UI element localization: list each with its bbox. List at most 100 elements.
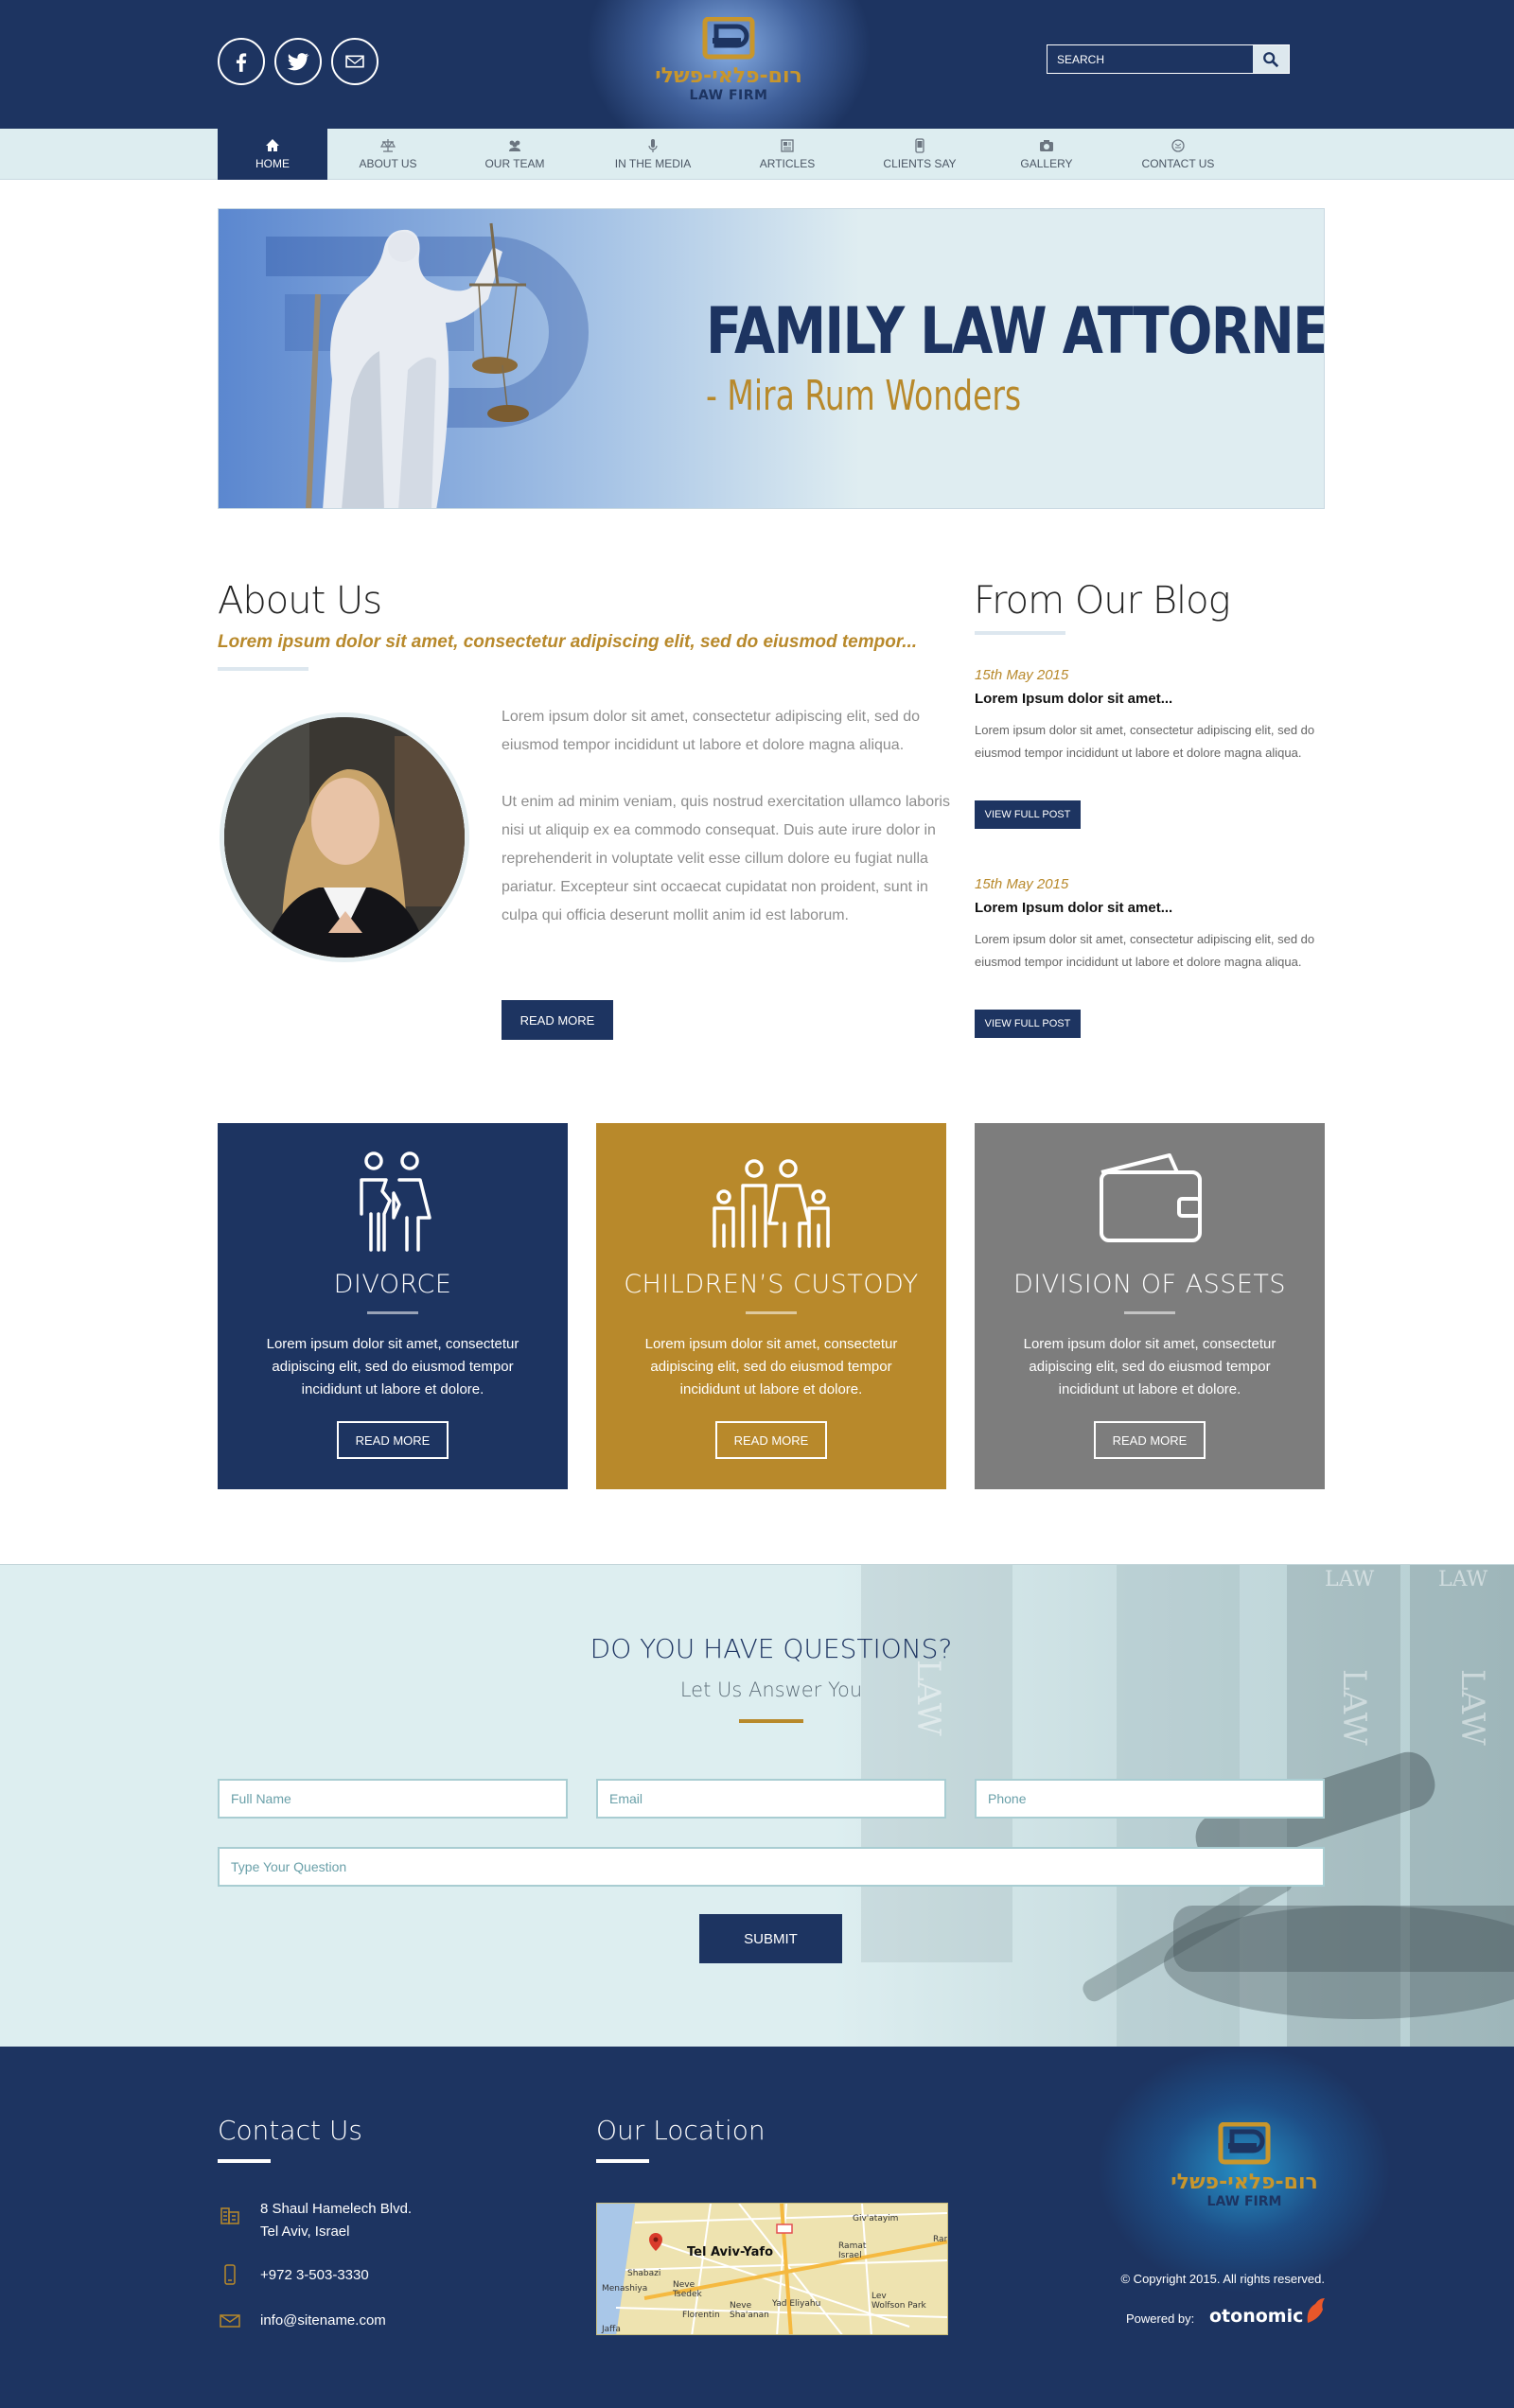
map-label: Neve: [673, 2280, 695, 2290]
question-field[interactable]: [218, 1847, 1325, 1887]
team-icon: [509, 140, 520, 151]
nav-label: IN THE MEDIA: [614, 157, 692, 170]
service-text: Lorem ipsum dolor sit amet, consectetur …: [1023, 1336, 1276, 1397]
contact-underline: [218, 2159, 271, 2163]
logo-hebrew-text: רום-פלאי-פשלי: [1171, 2171, 1318, 2194]
search-input[interactable]: [1047, 45, 1253, 73]
about-read-more-button[interactable]: READ MORE: [502, 1000, 613, 1040]
address-line-1: 8 Shaul Hamelech Blvd.: [260, 2201, 413, 2217]
contact-title: Contact Us: [218, 2115, 362, 2146]
map-label: Lev: [871, 2292, 887, 2301]
service-read-more-button[interactable]: READ MORE: [715, 1421, 827, 1459]
phone-icon: [915, 138, 924, 153]
view-full-post-button[interactable]: VIEW FULL POST: [975, 800, 1081, 829]
scales-icon: [380, 139, 396, 152]
footer-phone[interactable]: +972 3-503-3330: [260, 2264, 369, 2287]
service-text: Lorem ipsum dolor sit amet, consectetur …: [266, 1336, 519, 1397]
facebook-icon[interactable]: [218, 38, 265, 85]
map-label: Giv'atayim: [853, 2214, 898, 2223]
location-title: Our Location: [596, 2115, 766, 2146]
nav-item-our-team[interactable]: OUR TEAM: [466, 129, 564, 180]
map-label: Florentin: [682, 2311, 720, 2320]
home-icon: [266, 139, 279, 151]
nav-item-about-us[interactable]: ABOUT US: [341, 129, 435, 180]
email-icon[interactable]: [331, 38, 378, 85]
nav-item-home[interactable]: HOME: [218, 129, 327, 180]
camera-icon: [1040, 140, 1053, 151]
footer-logo[interactable]: רום-פלאי-פשלי LAW FIRM: [1154, 2121, 1334, 2209]
logo-hebrew-text: רום-פלאי-פשלי: [655, 64, 802, 88]
book-spine-text: LAW: [1438, 1568, 1488, 1591]
lady-justice-image: [266, 222, 589, 508]
full-name-field[interactable]: [218, 1779, 568, 1819]
submit-button[interactable]: SUBMIT: [699, 1914, 842, 1963]
microphone-icon: [648, 139, 658, 152]
blog-title: From Our Blog: [974, 579, 1231, 623]
nav-item-contact-us[interactable]: CONTACT US: [1124, 129, 1232, 180]
map-label-city: Tel Aviv-Yafo: [687, 2245, 773, 2259]
map-label: Shabazi: [627, 2269, 660, 2278]
questions-divider: [739, 1719, 803, 1723]
book-spine-text: LAW: [1325, 1568, 1375, 1591]
nav-item-gallery[interactable]: GALLERY: [1001, 129, 1092, 180]
footer-email[interactable]: info@sitename.com: [260, 2310, 386, 2332]
hero-title: FAMILY LAW ATTORNEY: [706, 294, 1325, 369]
map-label: Yad Eliyahu: [771, 2299, 820, 2309]
service-read-more-button[interactable]: READ MORE: [1094, 1421, 1206, 1459]
about-underline: [218, 667, 308, 671]
otonomic-bird-icon: [1307, 2298, 1325, 2323]
blog-post-title[interactable]: Lorem Ipsum dolor sit amet...: [975, 900, 1172, 916]
map-label: Ran: [933, 2235, 948, 2244]
logo-subtitle: LAW FIRM: [1206, 2194, 1282, 2209]
attorney-photo: [220, 712, 469, 962]
location-map[interactable]: Tel Aviv-Yafo Giv'atayim Ramat Israel Ra…: [596, 2203, 948, 2335]
site-logo[interactable]: רום-פלאי-פשלי LAW FIRM: [643, 16, 814, 112]
search-icon: [1263, 51, 1279, 67]
map-label: Sha'anan: [730, 2311, 769, 2320]
about-title: About Us: [218, 579, 382, 623]
contact-icon: [1171, 139, 1185, 152]
mobile-phone-icon: [224, 2264, 236, 2285]
logo-subtitle: LAW FIRM: [689, 88, 768, 103]
service-divider: [746, 1311, 797, 1314]
nav-item-clients-say[interactable]: CLIENTS SAY: [867, 129, 973, 180]
blog-post-title[interactable]: Lorem Ipsum dolor sit amet...: [975, 691, 1172, 707]
search-button[interactable]: [1253, 45, 1289, 73]
nav-label: OUR TEAM: [484, 157, 545, 170]
divorce-couple-icon: [360, 1151, 431, 1252]
envelope-icon: [220, 2314, 240, 2328]
hero-subtitle: - Mira Rum Wonders: [706, 372, 1022, 420]
blog-post-excerpt: Lorem ipsum dolor sit amet, consectetur …: [975, 723, 1315, 760]
logo-mark-icon: [702, 16, 755, 60]
nav-label: ABOUT US: [359, 157, 417, 170]
twitter-icon[interactable]: [274, 38, 322, 85]
questions-subtitle: Let Us Answer You: [679, 1679, 863, 1701]
questions-title: DO YOU HAVE QUESTIONS?: [590, 1633, 953, 1664]
nav-item-articles[interactable]: ARTICLES: [738, 129, 836, 180]
map-label: Tsedek: [672, 2290, 702, 2299]
wallet-icon: [1100, 1153, 1202, 1242]
email-field[interactable]: [596, 1779, 946, 1819]
about-paragraph-2: Ut enim ad minim veniam, quis nostrud ex…: [502, 794, 950, 923]
about-paragraph-1: Lorem ipsum dolor sit amet, consectetur …: [502, 709, 920, 753]
phone-field[interactable]: [975, 1779, 1325, 1819]
map-label: Jaffa: [601, 2325, 621, 2334]
article-icon: [781, 139, 794, 152]
otonomic-logo[interactable]: otonomic: [1209, 2306, 1303, 2327]
address-line-2: Tel Aviv, Israel: [260, 2223, 350, 2240]
blog-post-date: 15th May 2015: [975, 667, 1069, 683]
map-label: Ramat: [838, 2241, 867, 2251]
about-tagline: Lorem ipsum dolor sit amet, consectetur …: [218, 632, 918, 652]
blog-post-date: 15th May 2015: [975, 876, 1069, 892]
location-underline: [596, 2159, 649, 2163]
service-title: DIVISION OF ASSETS: [1012, 1270, 1287, 1299]
building-icon: [220, 2207, 239, 2224]
map-label: Israel: [838, 2251, 862, 2260]
view-full-post-button[interactable]: VIEW FULL POST: [975, 1010, 1081, 1038]
nav-label: CLIENTS SAY: [883, 157, 957, 170]
map-label: Menashiya: [602, 2284, 647, 2294]
nav-item-in-the-media[interactable]: IN THE MEDIA: [596, 129, 710, 180]
map-label: Wolfson Park: [871, 2301, 927, 2311]
service-read-more-button[interactable]: READ MORE: [337, 1421, 449, 1459]
copyright-text: © Copyright 2015. All rights reserved.: [1120, 2272, 1325, 2286]
